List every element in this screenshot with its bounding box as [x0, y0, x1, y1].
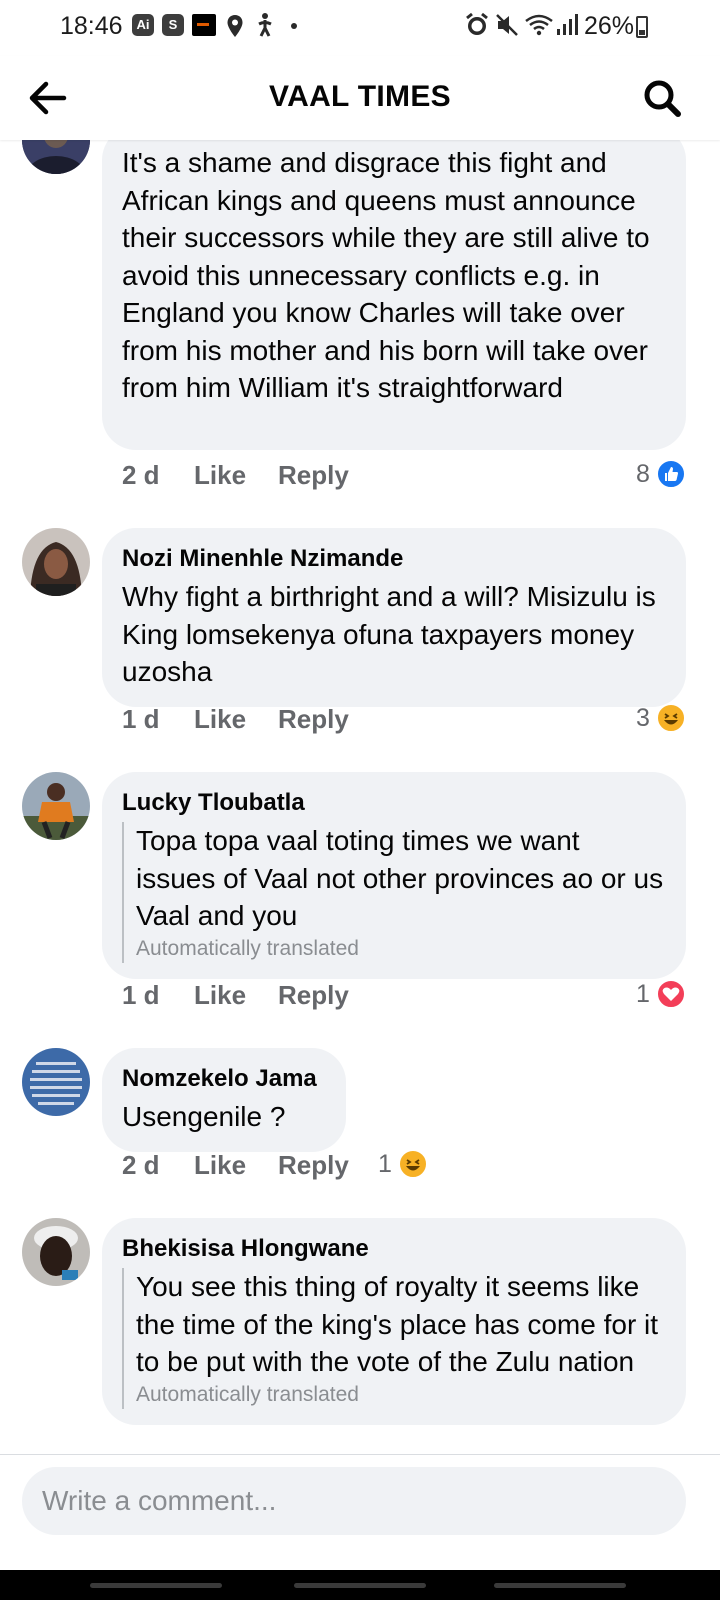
like-button[interactable]: Like [194, 704, 246, 735]
search-button[interactable] [640, 76, 688, 120]
love-reaction-icon [655, 979, 686, 1009]
reaction-count: 3 [636, 703, 650, 732]
translation-note[interactable]: Automatically translated [136, 935, 666, 963]
comment-time: 2 d [122, 460, 160, 490]
avatar-photo [22, 528, 90, 596]
translation-note[interactable]: Automatically translated [136, 1381, 666, 1409]
signal-icon [557, 14, 578, 35]
status-time: 18:46 [60, 12, 123, 40]
comment-time: 1 d [122, 980, 160, 1010]
avatar[interactable] [22, 140, 90, 174]
app-icon [192, 14, 216, 36]
s-icon: S [162, 14, 184, 36]
comment-bubble[interactable]: Nozi Minenhle Nzimande Why fight a birth… [102, 528, 686, 707]
avatar[interactable] [22, 1218, 90, 1286]
translated-block: Topa topa vaal toting times we want issu… [122, 822, 666, 963]
comment-text: Topa topa vaal toting times we want issu… [136, 825, 664, 931]
comment-text: It's a shame and disgrace this fight and… [122, 147, 650, 403]
alarm-icon [466, 12, 488, 35]
avatar[interactable] [22, 772, 90, 840]
like-reaction-icon [655, 459, 686, 489]
like-button[interactable]: Like [194, 1150, 246, 1181]
comment-author[interactable]: Lucky Tloubatla [122, 788, 666, 818]
avatar[interactable] [22, 528, 90, 596]
mute-icon [496, 14, 518, 36]
wifi-icon [525, 14, 553, 36]
nav-recents-handle[interactable] [90, 1583, 222, 1588]
like-button[interactable]: Like [194, 460, 246, 491]
system-navigation-bar [0, 1570, 720, 1600]
nav-home-handle[interactable] [294, 1583, 426, 1588]
comment-input[interactable] [22, 1467, 686, 1535]
reaction-summary[interactable]: 3 [636, 702, 686, 734]
reply-button[interactable]: Reply [278, 980, 349, 1011]
comment-text: Usengenile ? [122, 1101, 286, 1132]
avatar-photo [22, 1048, 90, 1116]
comment-time: 2 d [122, 1150, 160, 1180]
reply-button[interactable]: Reply [278, 1150, 349, 1181]
reply-button[interactable]: Reply [278, 704, 349, 735]
battery-icon [636, 16, 648, 38]
search-icon [644, 80, 681, 117]
ai-icon: Ai [132, 14, 154, 36]
translated-block: You see this thing of royalty it seems l… [122, 1268, 666, 1409]
page-title: VAAL TIMES [269, 80, 451, 113]
comment-bubble[interactable]: Bhekisisa Hlongwane You see this thing o… [102, 1218, 686, 1425]
avatar-photo [22, 1218, 90, 1286]
page-header: VAAL TIMES [0, 56, 720, 140]
comment-text: Why fight a birthright and a will? Misiz… [122, 581, 656, 687]
comment-author[interactable]: Nomzekelo Jama [122, 1064, 326, 1094]
comment-bubble[interactable]: Lucky Tloubatla Topa topa vaal toting ti… [102, 772, 686, 979]
comments-feed[interactable]: It's a shame and disgrace this fight and… [0, 140, 720, 1480]
reaction-count: 8 [636, 459, 650, 488]
avatar[interactable] [22, 1048, 90, 1116]
status-bar: 18:46 Ai S 26% [0, 0, 720, 56]
like-button[interactable]: Like [194, 980, 246, 1011]
haha-reaction-icon [397, 1149, 428, 1179]
haha-reaction-icon [655, 703, 686, 733]
reaction-summary[interactable]: 8 [636, 458, 686, 490]
comment-author[interactable]: Nozi Minenhle Nzimande [122, 544, 666, 574]
comment-text: You see this thing of royalty it seems l… [136, 1271, 659, 1377]
battery-percent: 26% [584, 12, 635, 40]
reply-button[interactable]: Reply [278, 460, 349, 491]
comment-bubble[interactable]: It's a shame and disgrace this fight and… [102, 140, 686, 450]
comment-composer [0, 1454, 720, 1570]
accessibility-icon [258, 13, 272, 37]
avatar-photo [22, 140, 90, 174]
reaction-count: 1 [636, 979, 650, 1008]
comment-author[interactable]: Bhekisisa Hlongwane [122, 1234, 666, 1264]
avatar-photo [22, 772, 90, 840]
comment-bubble[interactable]: Nomzekelo Jama Usengenile ? [102, 1048, 346, 1152]
reaction-summary[interactable]: 1 [378, 1148, 428, 1180]
dot-icon [291, 23, 297, 29]
nav-back-handle[interactable] [494, 1583, 626, 1588]
reaction-summary[interactable]: 1 [636, 978, 686, 1010]
reaction-count: 1 [378, 1149, 392, 1178]
comment-time: 1 d [122, 704, 160, 734]
location-icon [227, 15, 243, 37]
